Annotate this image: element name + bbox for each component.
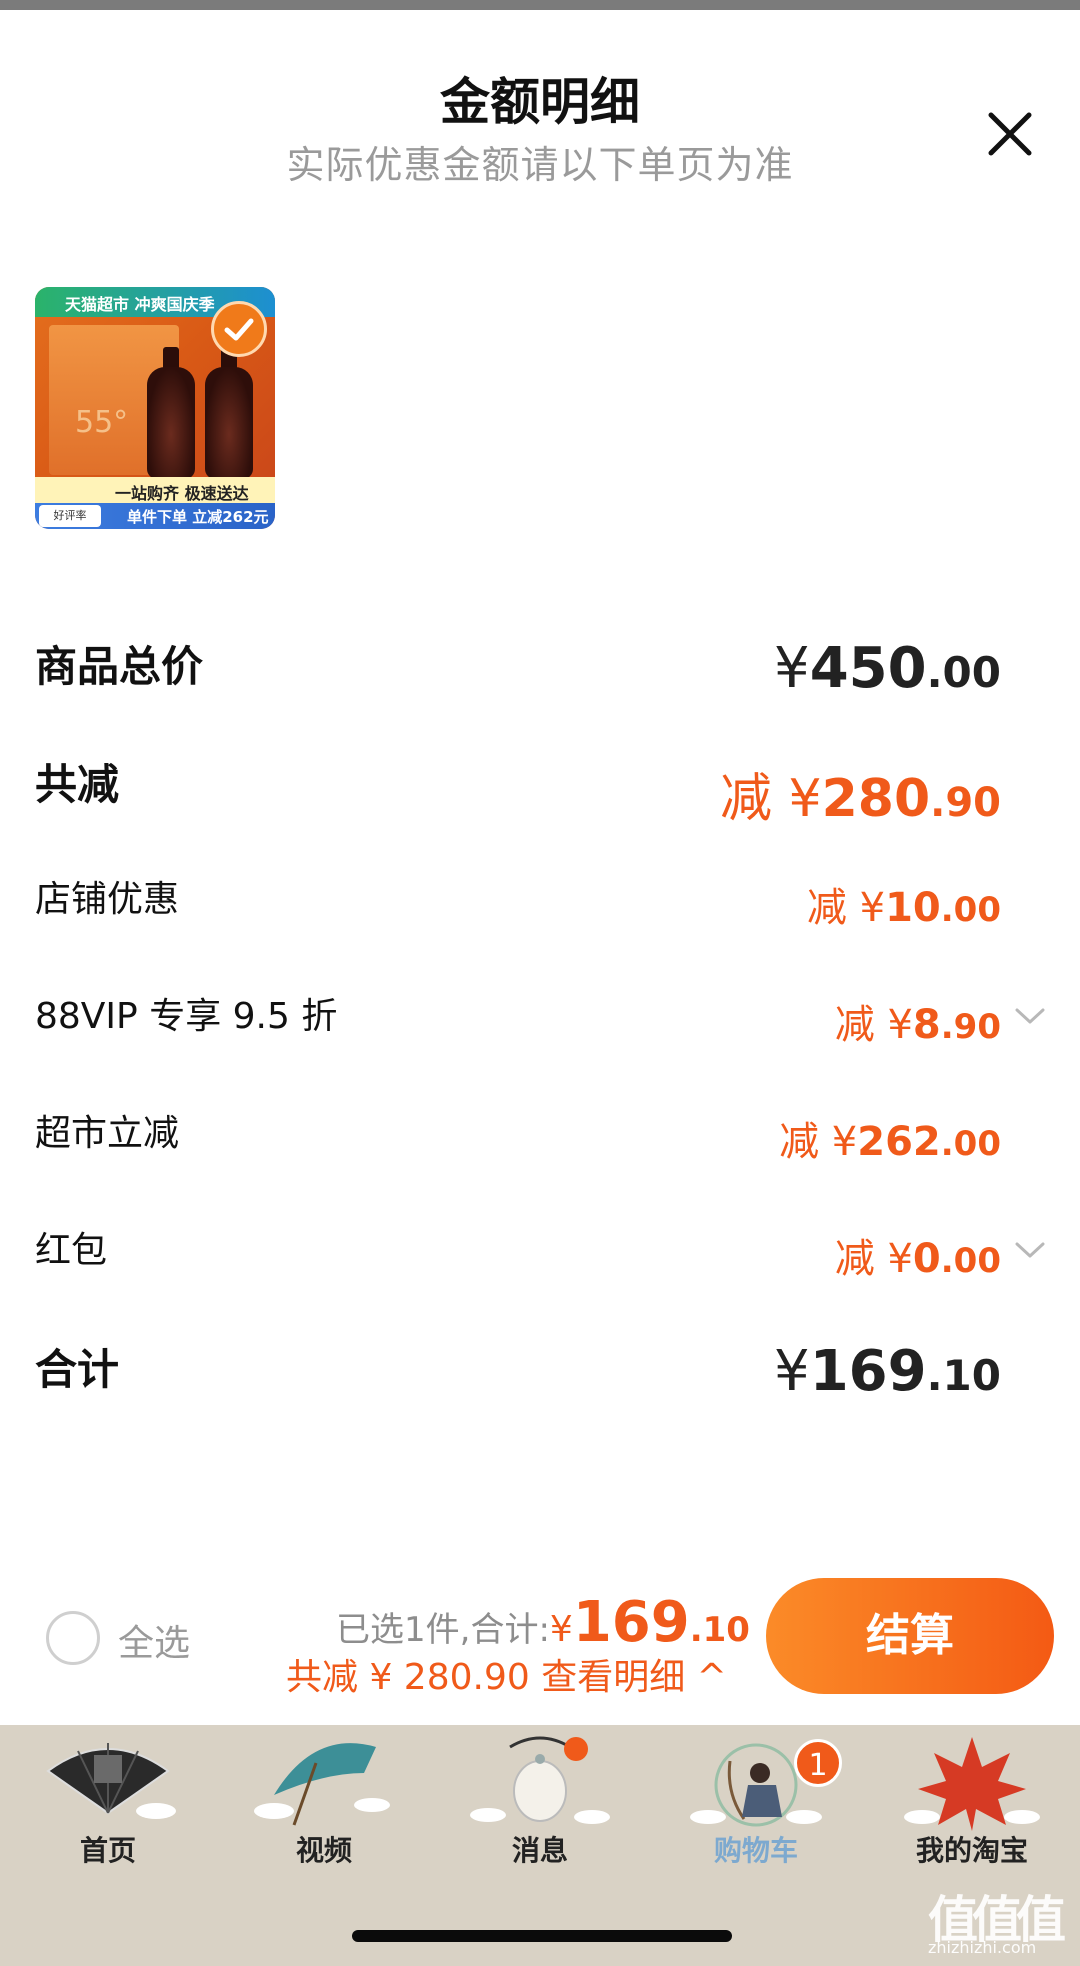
selected-summary: 已选1件,合计:¥169.10: [336, 1590, 750, 1655]
row-value: ¥169.10: [774, 1339, 1001, 1404]
view-detail-link[interactable]: 共减 ¥ 280.90 查看明细 ^: [286, 1648, 727, 1700]
product-thumbnail[interactable]: 天猫超市 冲爽国庆季 55° 一站购齐 极速送达 单件下单 立减262元 好评率…: [35, 287, 275, 529]
sheet-title: 金额明细: [440, 73, 640, 131]
selected-check-icon[interactable]: [211, 301, 267, 357]
row-label: 红包: [35, 1230, 108, 1271]
row-value: ¥450.00: [774, 636, 1001, 701]
row-label: 共减: [35, 760, 120, 809]
tab-label: 首页: [79, 1834, 136, 1867]
tab-label: 视频: [295, 1834, 352, 1867]
sheet-subtitle: 实际优惠金额请以下单页为准: [286, 143, 794, 187]
row-value: 减 ¥280.90: [719, 769, 1001, 829]
tab-label: 我的淘宝: [915, 1834, 1028, 1867]
row-value: 减 ¥0.00: [834, 1236, 1001, 1282]
checkout-button[interactable]: 结算: [766, 1578, 1054, 1694]
row-label: 店铺优惠: [35, 879, 180, 920]
row-value: 减 ¥8.90: [834, 1002, 1001, 1048]
tab-label: 消息: [511, 1834, 568, 1867]
row-label: 超市立减: [35, 1113, 180, 1154]
slogan-strip: 一站购齐 极速送达: [35, 477, 275, 505]
select-all-radio[interactable]: [46, 1611, 100, 1665]
row-label: 合计: [35, 1345, 120, 1394]
maple-leaf-icon: [904, 1737, 1040, 1831]
cart-count-badge: 1: [794, 1739, 842, 1787]
row-value: 减 ¥10.00: [806, 885, 1001, 931]
home-indicator[interactable]: [352, 1930, 732, 1942]
tab-home[interactable]: 首页: [0, 1725, 216, 1966]
bottle-image: [147, 367, 195, 479]
row-value: 减 ¥262.00: [779, 1119, 1001, 1165]
umbrella-icon: [254, 1743, 390, 1826]
bottle-mark: 55°: [75, 405, 129, 440]
watermark-url: zhizhizhi.com: [928, 1938, 1037, 1957]
checkout-footer: 全选 已选1件,合计:¥169.10 共减 ¥ 280.90 查看明细 ^ 结算: [0, 1565, 1080, 1725]
folding-fan-icon: [46, 1743, 176, 1819]
chevron-down-icon[interactable]: [1013, 1005, 1047, 1027]
tab-label: 购物车: [713, 1834, 798, 1867]
bottle-image: [205, 367, 253, 479]
rating-badge: 好评率100%: [39, 505, 101, 527]
row-label: 88VIP 专享 9.5 折: [35, 996, 338, 1037]
select-all-label[interactable]: 全选: [118, 1614, 190, 1666]
status-strip: [0, 0, 1080, 10]
jade-pendant-icon: [470, 1736, 610, 1824]
chevron-down-icon[interactable]: [1013, 1239, 1047, 1261]
row-label: 商品总价: [35, 642, 204, 691]
close-icon[interactable]: [983, 107, 1037, 161]
